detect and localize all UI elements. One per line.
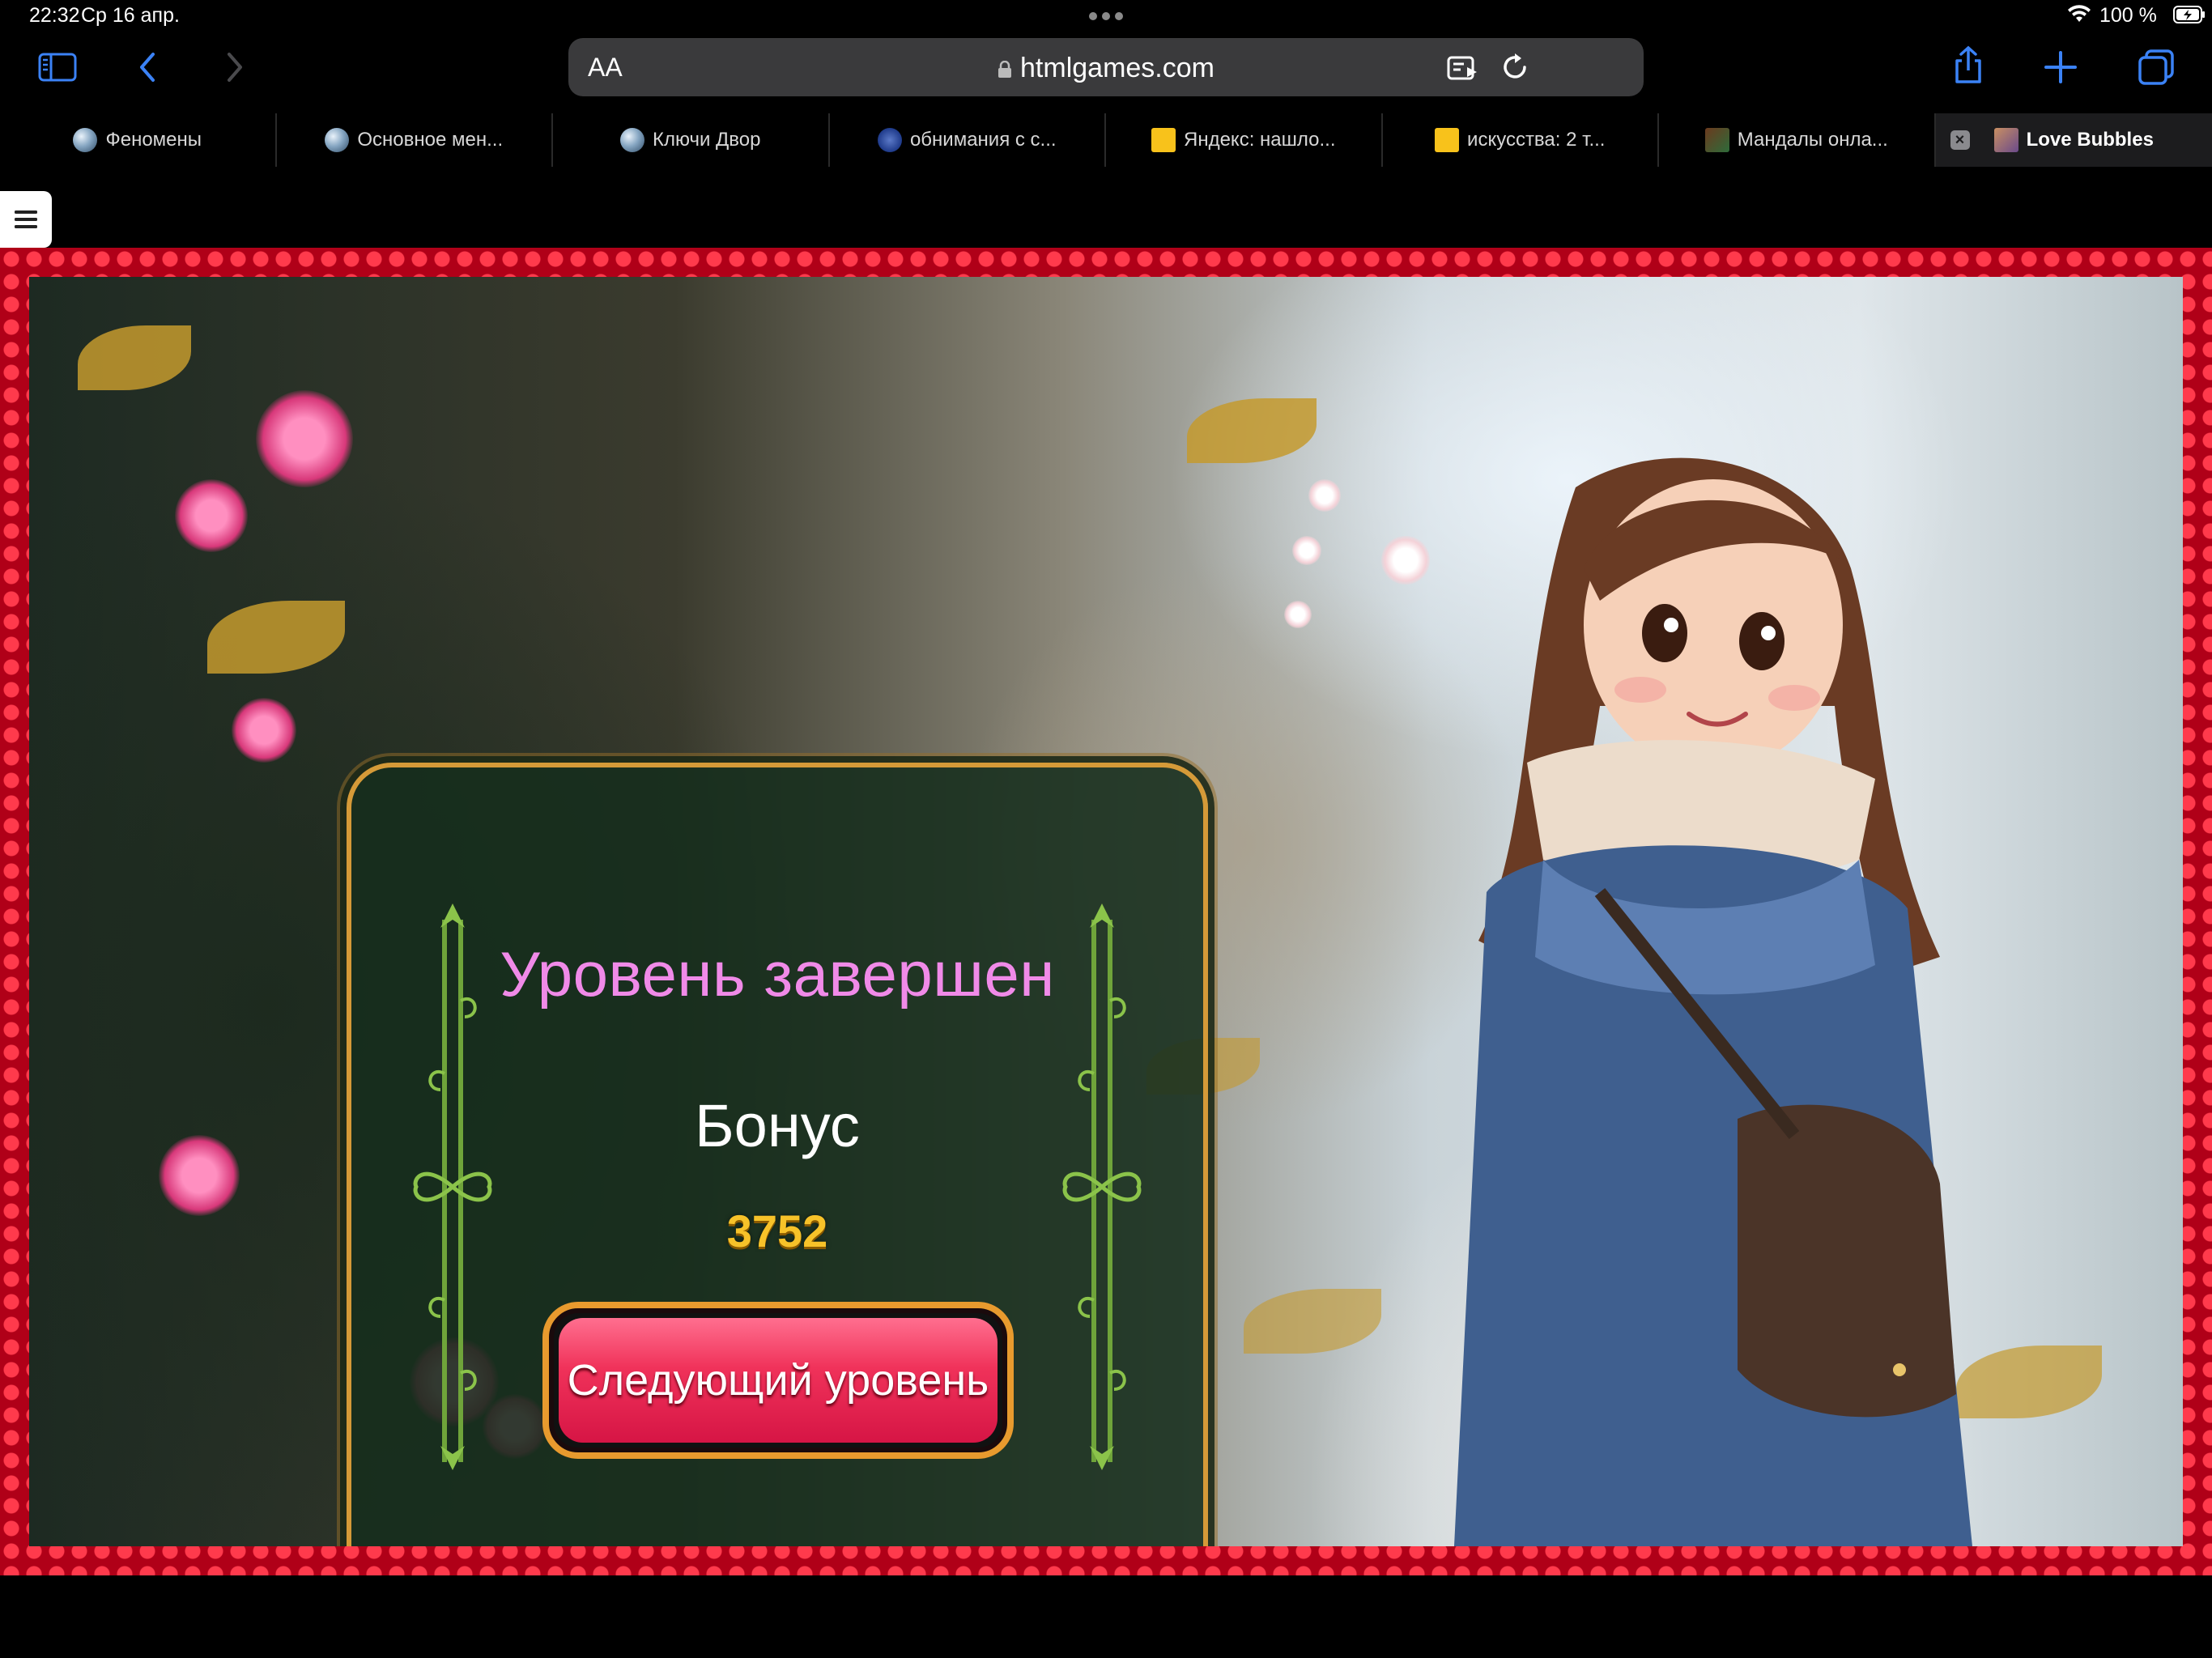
globe-icon — [73, 128, 98, 152]
leaf-decoration — [1187, 398, 1317, 463]
url-field[interactable]: htmlgames.com — [568, 53, 1644, 84]
game-scene: Уровень завершен Бонус 3752 Следующий ур… — [29, 277, 2183, 1546]
tab-mandalas[interactable]: Мандалы онла... — [1659, 113, 1936, 167]
tab-yandex-found[interactable]: Яндекс: нашло... — [1106, 113, 1383, 167]
tab-overview-icon[interactable] — [2128, 39, 2184, 96]
tab-phenomena[interactable]: Феномены — [0, 113, 277, 167]
menu-button[interactable] — [0, 191, 52, 248]
forward-icon[interactable] — [206, 39, 262, 96]
close-tab-icon[interactable]: × — [1950, 130, 1970, 150]
next-level-label: Следующий уровень — [559, 1318, 998, 1443]
mandala-icon — [1704, 128, 1729, 152]
back-icon[interactable] — [120, 39, 177, 96]
multitasking-dots-icon[interactable] — [1087, 5, 1125, 20]
flower-decoration — [232, 698, 296, 763]
tab-label: обнимания с с... — [909, 129, 1057, 151]
tab-label: Яндекс: нашло... — [1183, 129, 1336, 151]
tab-label: Мандалы онла... — [1737, 129, 1888, 151]
status-time: 22:32 — [29, 4, 80, 27]
tab-hugging[interactable]: обнимания с с... — [830, 113, 1106, 167]
status-date: Ср 16 апр. — [81, 4, 180, 27]
reload-icon[interactable] — [1498, 50, 1532, 84]
tab-label: Love Bubbles — [2026, 129, 2154, 151]
tab-keys[interactable]: Ключи Двор — [553, 113, 830, 167]
tab-bar: Феномены Основное мен... Ключи Двор обни… — [0, 113, 2212, 167]
address-bar[interactable]: AA htmlgames.com — [568, 38, 1644, 96]
yandex-icon — [1435, 128, 1460, 152]
flower-decoration — [256, 390, 353, 487]
tab-label: Феномены — [105, 129, 202, 151]
bonus-label: Бонус — [695, 1092, 860, 1159]
dialog-title: Уровень завершен — [500, 938, 1055, 1010]
level-complete-dialog: Уровень завершен Бонус 3752 Следующий ур… — [347, 763, 1208, 1546]
globe-icon — [620, 128, 645, 152]
light-decoration — [1292, 536, 1321, 565]
emblem-icon — [877, 128, 902, 152]
tab-art[interactable]: искусства: 2 т... — [1383, 113, 1659, 167]
yandex-icon — [1151, 128, 1176, 152]
globe-icon — [325, 128, 350, 152]
tab-label: искусства: 2 т... — [1467, 129, 1606, 151]
tab-label: Основное мен... — [357, 129, 504, 151]
lock-icon — [998, 61, 1012, 78]
light-decoration — [1308, 479, 1341, 512]
tab-love-bubbles[interactable]: × Love Bubbles — [1935, 113, 2212, 167]
tab-label: Ключи Двор — [653, 129, 761, 151]
leaf-decoration — [78, 325, 191, 390]
wifi-icon — [2068, 5, 2091, 22]
browser-toolbar: AA htmlgames.com — [0, 32, 2212, 113]
url-text: htmlgames.com — [1020, 53, 1214, 83]
tab-main-menu[interactable]: Основное мен... — [277, 113, 553, 167]
flower-decoration — [159, 1135, 240, 1216]
leaf-decoration — [207, 601, 345, 674]
new-tab-icon[interactable] — [2032, 39, 2089, 96]
next-level-button[interactable]: Следующий уровень — [542, 1302, 1014, 1459]
bonus-score: 3752 — [726, 1205, 828, 1256]
share-icon[interactable] — [1940, 37, 1997, 94]
battery-charging-icon — [2173, 6, 2205, 23]
status-bar: 22:32 Ср 16 апр. 100 % — [0, 0, 2212, 32]
girl-illustration — [1454, 457, 1972, 1546]
reader-extension-icon[interactable] — [1446, 51, 1480, 83]
light-decoration — [1284, 601, 1312, 628]
game-icon — [1993, 128, 2018, 152]
flower-decoration — [175, 479, 248, 552]
sidebar-toggle-icon[interactable] — [29, 39, 86, 96]
hamburger-icon — [15, 210, 37, 228]
battery-percent: 100 % — [2099, 4, 2157, 27]
